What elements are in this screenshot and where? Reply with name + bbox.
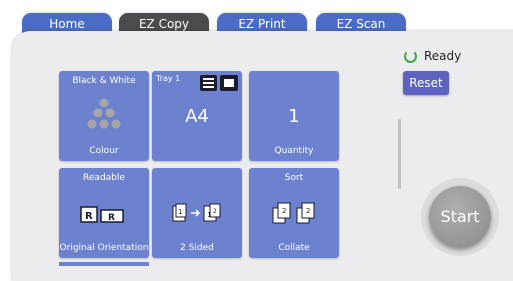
orientation-top-label: Readable	[83, 173, 125, 183]
orientation-icon: R R	[80, 206, 124, 223]
quantity-value: 1	[288, 106, 300, 127]
dots-icon	[87, 98, 121, 129]
svg-text:R: R	[108, 213, 115, 223]
paper-tray-tile[interactable]: Tray 1 A4	[152, 71, 242, 161]
tray-icon	[200, 75, 238, 91]
svg-text:2: 2	[213, 208, 217, 215]
svg-text:1: 1	[207, 211, 211, 219]
two-sided-label: 2 Sided	[180, 243, 214, 253]
tray-label: Tray 1	[156, 74, 181, 83]
ready-spinner-icon	[404, 50, 417, 63]
quantity-tile[interactable]: 1 Quantity	[249, 71, 339, 161]
ready-label: Ready	[424, 49, 462, 63]
tab-home-label: Home	[49, 17, 85, 31]
tab-ez-print-label: EZ Print	[238, 17, 286, 31]
orientation-tile[interactable]: Readable R R Original Orientation	[59, 168, 149, 258]
next-row-tile[interactable]	[59, 262, 149, 266]
svg-text:2: 2	[282, 207, 286, 215]
collate-label: Collate	[278, 243, 310, 253]
scrollbar[interactable]	[398, 119, 401, 189]
orientation-bottom-label: Original Orientation	[59, 243, 149, 253]
svg-text:2: 2	[306, 207, 310, 215]
reset-button[interactable]: Reset	[403, 71, 449, 95]
collate-tile[interactable]: Sort 2 2 Collate	[249, 168, 339, 258]
color-mode-top-label: Black & White	[72, 76, 136, 86]
duplex-icon: 1 1 2	[172, 203, 221, 222]
svg-text:R: R	[85, 211, 93, 222]
color-mode-tile[interactable]: Black & White Colour	[59, 71, 149, 161]
start-button[interactable]: Start	[429, 186, 491, 248]
tray-value: A4	[185, 106, 209, 127]
tab-ez-scan-label: EZ Scan	[336, 17, 386, 31]
two-sided-tile[interactable]: 1 1 2 2 Sided	[152, 168, 242, 258]
svg-text:1: 1	[178, 208, 182, 216]
tab-bar: Home EZ Copy EZ Print EZ Scan	[0, 0, 513, 37]
collate-icon: 2 2	[272, 202, 315, 224]
collate-top-label: Sort	[284, 173, 304, 183]
ready-status: Ready	[404, 49, 461, 63]
quantity-label: Quantity	[274, 146, 314, 156]
color-mode-bottom-label: Colour	[89, 146, 119, 156]
tab-ez-copy-label: EZ Copy	[138, 17, 190, 31]
